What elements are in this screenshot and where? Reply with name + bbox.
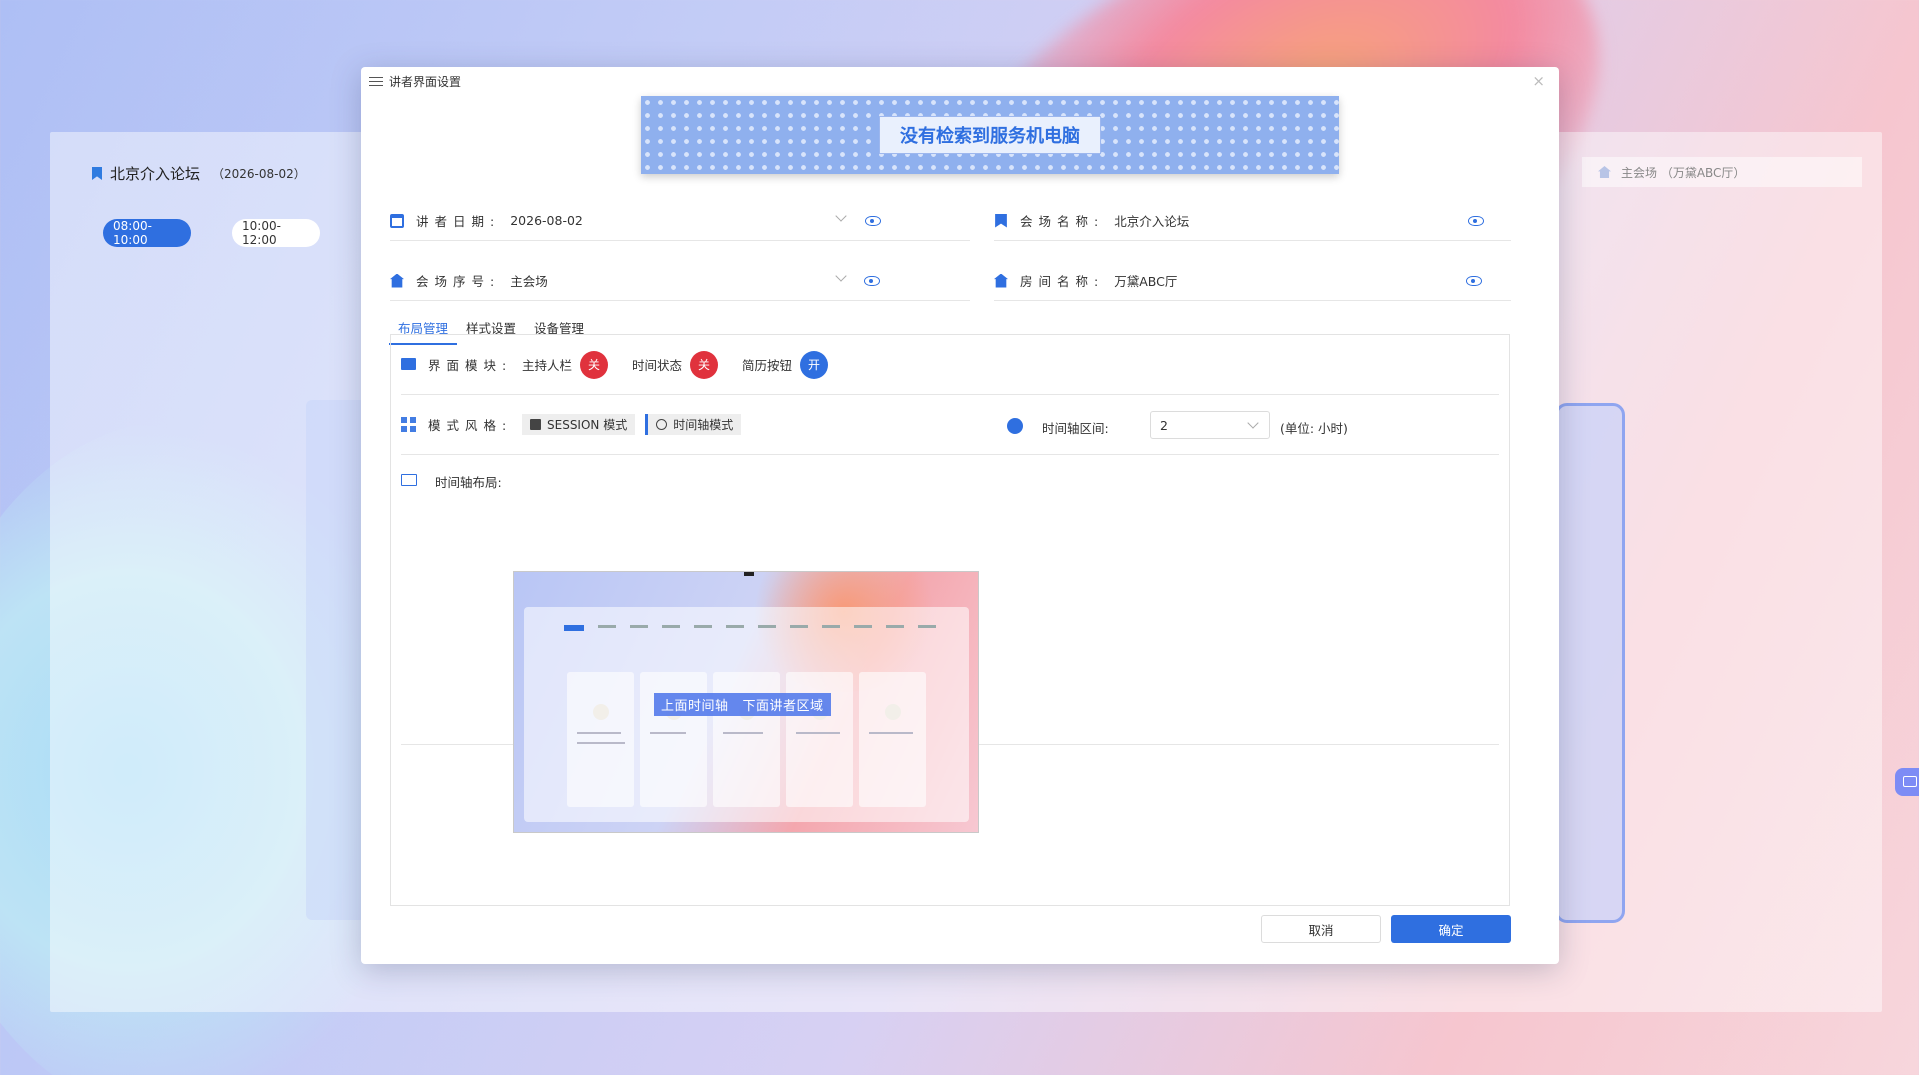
host-bar-toggle[interactable]: 关: [580, 350, 609, 379]
chevron-down-icon: [1247, 417, 1259, 429]
server-not-found-banner: 没有检索到服务机电脑: [641, 96, 1339, 174]
dialog-title: 讲者界面设置: [389, 75, 462, 89]
interval-unit: (单位: 小时): [1280, 421, 1348, 436]
preview-speaker-column: [859, 672, 926, 807]
module-name-time: 时间状态: [632, 358, 683, 373]
background-speaker-card: [1555, 403, 1625, 923]
close-icon[interactable]: ×: [1532, 72, 1545, 90]
preview-caption: 上面时间轴 下面讲者区域: [654, 693, 831, 716]
room-name-value[interactable]: 万黛ABC厅: [1114, 271, 1177, 290]
grid-icon: [401, 417, 416, 432]
venue-name-label: 会场名称:: [1020, 214, 1105, 229]
mode-style-label: 模式风格:: [428, 418, 513, 433]
time-slot-1[interactable]: 10:00-12:00: [232, 219, 320, 247]
house-icon: [390, 273, 404, 288]
module-name-resume: 简历按钮: [742, 358, 793, 373]
background-venue-info: 主会场 （万黛ABC厅）: [1582, 157, 1862, 187]
bookmark-icon: [995, 213, 1007, 228]
timeline-layout-preview[interactable]: 上面时间轴 下面讲者区域: [513, 571, 979, 833]
time-slot-0[interactable]: 08:00-10:00: [103, 219, 191, 247]
timeline-interval-label: 时间轴区间:: [1042, 421, 1109, 436]
background-forum-title: 北京介入论坛 （2026-08-02）: [92, 163, 306, 184]
speaker-date-value[interactable]: 2026-08-02: [510, 213, 583, 228]
venue-info-text: 主会场 （万黛ABC厅）: [1621, 165, 1746, 180]
timeline-layout-row: 时间轴布局: 上面时间轴 下面讲者区域: [401, 455, 1499, 833]
list-icon: [530, 419, 541, 430]
eye-icon[interactable]: [864, 276, 880, 286]
session-mode-label: SESSION 模式: [547, 418, 628, 432]
eye-icon[interactable]: [1466, 276, 1482, 286]
session-mode-button[interactable]: SESSION 模式: [522, 414, 636, 435]
side-screen-button[interactable]: [1895, 768, 1919, 796]
venue-number-label: 会场序号:: [416, 274, 501, 289]
preview-speaker-column: [567, 672, 634, 807]
settings-sliders-icon: [369, 76, 383, 87]
clock-icon: [1007, 418, 1023, 434]
calendar-icon: [390, 213, 404, 228]
speaker-settings-dialog: 讲者界面设置 × 没有检索到服务机电脑 讲者日期: 2026-08-02 会场名…: [361, 67, 1559, 964]
interface-modules-row: 界面模块: 主持人栏 关 时间状态 关 简历按钮 开: [401, 335, 1499, 395]
timeline-layout-label: 时间轴布局:: [435, 475, 502, 490]
eye-icon[interactable]: [865, 216, 881, 226]
venue-number-row: 会场序号: 主会场: [390, 261, 970, 301]
house-icon: [1598, 166, 1611, 178]
background-speaker-column: [306, 400, 366, 920]
cancel-button[interactable]: 取消: [1261, 915, 1381, 943]
preview-timeline-tabs: [564, 625, 936, 631]
house-icon: [994, 273, 1008, 288]
bookmark-icon: [92, 167, 102, 180]
confirm-button[interactable]: 确定: [1391, 915, 1511, 943]
room-name-row: 房间名称: 万黛ABC厅: [994, 261, 1511, 301]
venue-name-value[interactable]: 北京介入论坛: [1114, 211, 1189, 230]
eye-icon[interactable]: [1468, 216, 1484, 226]
timeline-interval-select[interactable]: 2: [1150, 411, 1270, 439]
monitor-icon: [401, 357, 416, 370]
speaker-date-label: 讲者日期:: [416, 214, 501, 229]
resume-button-toggle[interactable]: 开: [800, 350, 829, 379]
banner-message: 没有检索到服务机电脑: [879, 116, 1101, 154]
chevron-down-icon[interactable]: [835, 210, 847, 222]
preview-caption-timeline: 上面时间轴: [661, 699, 729, 714]
dialog-header: 讲者界面设置: [369, 73, 461, 90]
interface-modules-label: 界面模块:: [428, 358, 513, 373]
forum-date-text: （2026-08-02）: [212, 167, 306, 181]
timeline-interval-value: 2: [1160, 417, 1168, 433]
laptop-icon: [401, 474, 417, 486]
clock-icon: [656, 419, 668, 430]
preview-caption-speakers: 下面讲者区域: [742, 699, 824, 714]
module-name-host: 主持人栏: [522, 358, 573, 373]
speaker-date-row: 讲者日期: 2026-08-02: [390, 201, 970, 241]
venue-number-value[interactable]: 主会场: [510, 271, 548, 290]
timeline-mode-button[interactable]: 时间轴模式: [645, 414, 742, 435]
mode-style-row: 模式风格: SESSION 模式 时间轴模式 时间轴区间: 2 (单位: 小时): [401, 395, 1499, 455]
layout-tab-content: 界面模块: 主持人栏 关 时间状态 关 简历按钮 开 模式风格: SESSION…: [390, 334, 1510, 906]
time-status-toggle[interactable]: 关: [690, 350, 719, 379]
forum-title-text: 北京介入论坛: [110, 165, 201, 183]
timeline-mode-label: 时间轴模式: [673, 418, 734, 432]
chevron-down-icon[interactable]: [835, 270, 847, 282]
preview-top-marker: [744, 572, 754, 576]
room-name-label: 房间名称:: [1020, 274, 1105, 289]
venue-name-row: 会场名称: 北京介入论坛: [994, 201, 1511, 241]
